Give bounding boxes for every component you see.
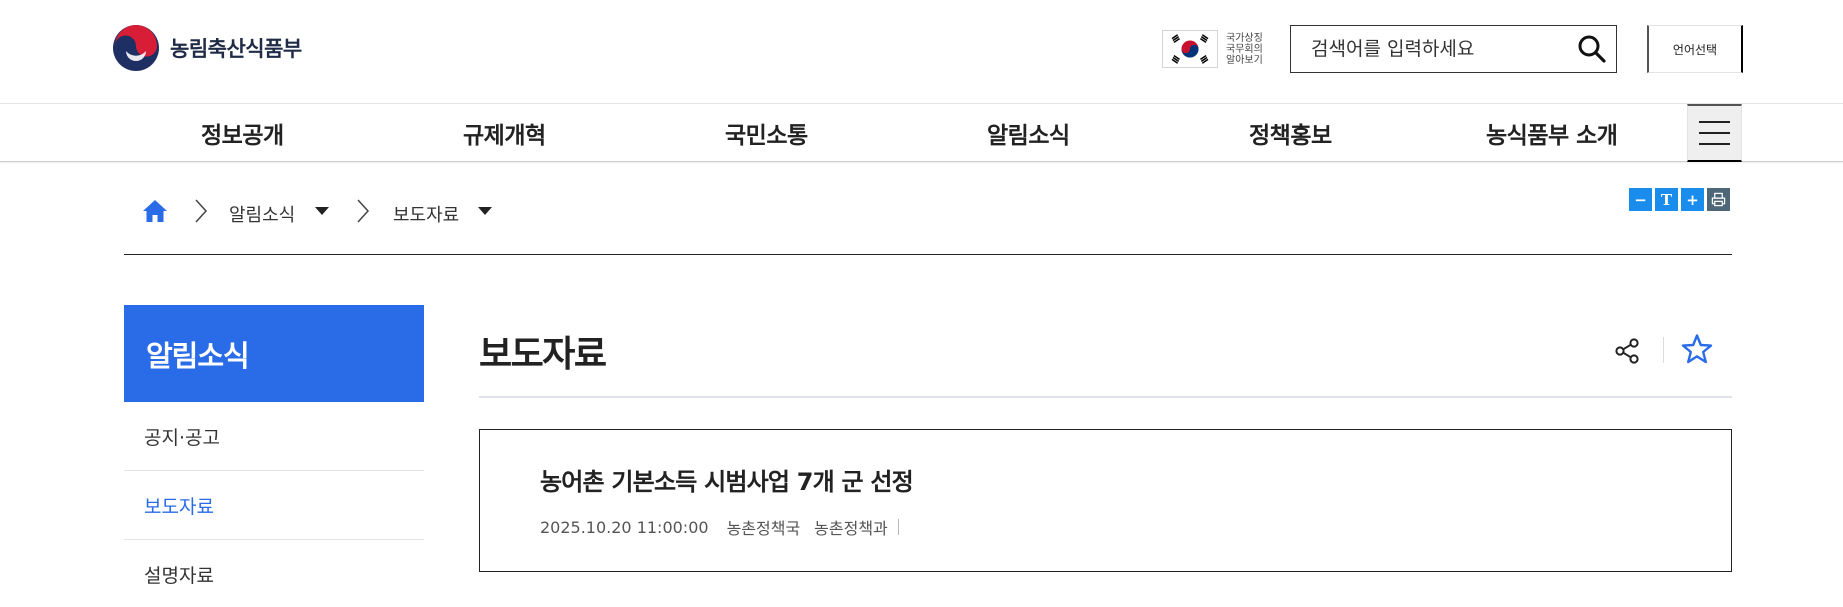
title-rule (479, 396, 1732, 398)
article-division: 농촌정책과 (814, 519, 888, 538)
caret-down-icon[interactable] (478, 207, 492, 216)
article-bureau: 농촌정책국 (726, 519, 801, 538)
hamburger-menu-icon (1699, 132, 1730, 134)
ministry-logo-link[interactable]: 농림축산식품부 (112, 24, 302, 72)
chevron-right-icon (195, 199, 208, 223)
title-tools-divider (1663, 337, 1664, 363)
page-tools: − T + (1629, 188, 1730, 211)
national-symbol-label: 국가상징 국무회의 알아보기 (1226, 33, 1268, 66)
search-icon (1578, 35, 1606, 63)
gnb-item-info-disclosure[interactable]: 정보공개 (201, 104, 284, 162)
taegeuk-logo-icon (113, 25, 159, 71)
search-input[interactable] (1291, 26, 1571, 71)
chevron-right-icon (357, 199, 370, 223)
meta-separator (897, 519, 899, 535)
caret-down-icon[interactable] (315, 207, 329, 216)
gnb-item-public-communication[interactable]: 국민소통 (725, 104, 808, 162)
print-button[interactable] (1707, 188, 1730, 211)
gnb-item-about-ministry[interactable]: 농식품부 소개 (1486, 104, 1618, 162)
breadcrumb: 알림소식 보도자료 (124, 165, 1732, 255)
gnb-item-regulatory-reform[interactable]: 규제개혁 (463, 104, 546, 162)
search-button[interactable] (1576, 33, 1608, 65)
hamburger-menu-icon (1699, 143, 1730, 145)
lnb-item-explanations[interactable]: 설명자료 (124, 540, 424, 607)
ministry-name: 농림축산식품부 (170, 37, 302, 61)
taegeukgi-flag-icon (1162, 30, 1218, 68)
share-icon[interactable] (1613, 337, 1641, 365)
breadcrumb-level1[interactable]: 알림소식 (229, 201, 295, 227)
text-size-button[interactable]: T (1655, 188, 1678, 211)
zoom-out-button[interactable]: − (1629, 188, 1652, 211)
hamburger-menu-icon (1699, 121, 1730, 123)
gnb-item-policy-promotion[interactable]: 정책홍보 (1249, 104, 1332, 162)
flag-text-line-3: 알아보기 (1226, 54, 1263, 66)
hamburger-menu-button[interactable] (1687, 104, 1742, 162)
article-date: 2025.10.20 11:00:00 (540, 517, 709, 537)
gnb-item-news[interactable]: 알림소식 (987, 104, 1070, 162)
national-symbol-link[interactable]: 국가상징 국무회의 알아보기 (1162, 30, 1268, 68)
star-icon[interactable] (1681, 333, 1713, 365)
lnb-title: 알림소식 (124, 305, 424, 402)
top-header: 농림축산식품부 국가상징 국무회의 알아보기 언 (0, 0, 1843, 103)
breadcrumb-level2[interactable]: 보도자료 (393, 201, 459, 227)
zoom-in-button[interactable]: + (1681, 188, 1704, 211)
flag-text-line-1: 국가상징 (1226, 32, 1263, 44)
lnb-item-notices[interactable]: 공지·공고 (124, 402, 424, 471)
page-title: 보도자료 (479, 334, 607, 375)
flag-text-line-2: 국무회의 (1226, 43, 1263, 55)
search-box (1290, 25, 1617, 73)
language-select-button[interactable]: 언어선택 (1647, 25, 1743, 73)
print-icon (1711, 192, 1726, 207)
home-icon[interactable] (142, 199, 168, 223)
article-header: 농어촌 기본소득 시범사업 7개 군 선정 2025.10.20 11:00:0… (479, 429, 1732, 572)
main-navigation: 정보공개 규제개혁 국민소통 알림소식 정책홍보 농식품부 소개 (0, 103, 1843, 162)
article-title: 농어촌 기본소득 시범사업 7개 군 선정 (540, 468, 914, 496)
article-meta: 2025.10.20 11:00:00 농촌정책국 농촌정책과 (540, 515, 899, 539)
lnb-item-press-releases[interactable]: 보도자료 (124, 471, 424, 540)
